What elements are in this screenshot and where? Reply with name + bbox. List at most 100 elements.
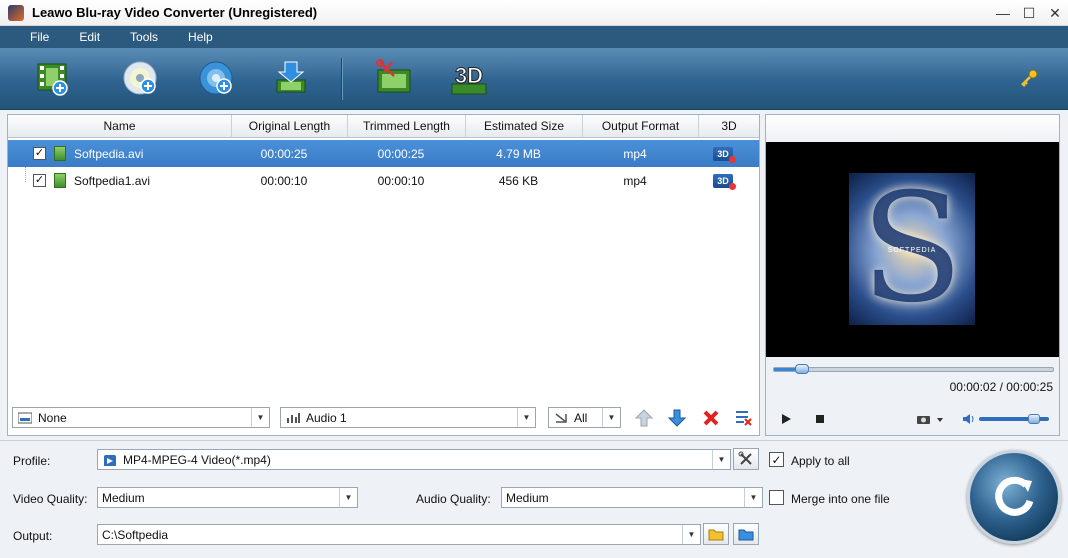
merge-label: Merge into one file [791, 492, 890, 506]
track-bar: None ▼ Audio 1 ▼ All ▼ [7, 405, 760, 433]
column-name[interactable]: Name [8, 115, 232, 138]
output-path-select[interactable]: C:\Softpedia ▼ [97, 524, 701, 545]
table-header: Name Original Length Trimmed Length Esti… [8, 115, 759, 138]
preview-frame-image: S SOFTPEDIA [849, 173, 975, 325]
output-label: Output: [13, 529, 53, 543]
trim-icon [376, 59, 411, 93]
camera-icon [917, 416, 943, 424]
play-icon [782, 414, 791, 424]
stop-button[interactable] [814, 413, 826, 428]
minimize-button[interactable]: — [990, 0, 1016, 26]
seek-handle[interactable] [795, 364, 810, 374]
preview-screen[interactable]: S SOFTPEDIA [766, 142, 1059, 357]
column-original-length[interactable]: Original Length [232, 115, 348, 138]
add-dvd-icon [199, 61, 233, 95]
3d-icon: 3D [451, 63, 487, 95]
add-video-icon [37, 63, 68, 96]
add-bluray-icon [123, 61, 157, 95]
row-checkbox[interactable]: ✓ [33, 174, 46, 187]
subtitle-icon [18, 412, 32, 423]
delete-icon[interactable] [702, 409, 720, 427]
browse-folder-button[interactable] [703, 523, 729, 545]
column-output-format[interactable]: Output Format [583, 115, 699, 138]
menu-tools[interactable]: Tools [130, 30, 158, 44]
chevron-down-icon: ▼ [602, 408, 620, 427]
move-down-icon[interactable] [668, 409, 686, 427]
subtitle-value: None [38, 410, 67, 425]
audio-quality-select[interactable]: Medium ▼ [501, 487, 763, 508]
audio-quality-label: Audio Quality: [416, 492, 491, 506]
file-name: Softpedia1.avi [74, 173, 151, 188]
play-button[interactable] [780, 413, 792, 428]
column-3d[interactable]: 3D [699, 115, 759, 138]
chevron-down-icon: ▼ [744, 488, 762, 507]
subtitle-select[interactable]: None ▼ [12, 407, 270, 428]
key-icon [1021, 69, 1038, 87]
profile-select[interactable]: MP4-MPEG-4 Video(*.mp4) ▼ [97, 449, 731, 470]
mp4-profile-icon [104, 454, 116, 466]
app-icon [8, 4, 24, 21]
menu-bar: File Edit Tools Help [0, 26, 1068, 48]
register-key-button[interactable] [1014, 57, 1044, 99]
video-quality-select[interactable]: Medium ▼ [97, 487, 358, 508]
file-list-panel: Name Original Length Trimmed Length Esti… [7, 114, 760, 436]
title-bar: Leawo Blu-ray Video Converter (Unregiste… [0, 0, 1068, 26]
seek-bar[interactable] [773, 364, 1054, 374]
merge-checkbox[interactable] [769, 490, 784, 505]
folder-icon [708, 529, 724, 541]
add-bluray-button[interactable] [119, 57, 161, 99]
profile-value: MP4-MPEG-4 Video(*.mp4) [123, 452, 271, 467]
maximize-button[interactable]: ☐ [1016, 0, 1042, 26]
download-button[interactable] [270, 57, 312, 99]
audio-select[interactable]: Audio 1 ▼ [280, 407, 536, 428]
menu-edit[interactable]: Edit [79, 30, 100, 44]
table-row[interactable]: ✓ Softpedia1.avi 00:00:10 00:00:10 456 K… [8, 167, 759, 194]
close-button[interactable]: ✕ [1042, 0, 1068, 26]
time-readout: 00:00:02 / 00:00:25 [949, 380, 1053, 394]
snapshot-button[interactable] [916, 413, 946, 428]
volume-slider[interactable] [979, 414, 1049, 424]
add-dvd-button[interactable] [195, 57, 237, 99]
trim-button[interactable] [373, 57, 415, 99]
preview-top-strip [766, 115, 1059, 142]
row-checkbox[interactable]: ✓ [33, 147, 46, 160]
volume-button[interactable] [962, 413, 976, 428]
convert-icon [995, 476, 1034, 516]
3d-toggle-icon[interactable]: 3D [713, 174, 736, 190]
apply-to-all-label: Apply to all [791, 454, 850, 468]
seek-fill [774, 368, 797, 371]
filter-select[interactable]: All ▼ [548, 407, 621, 428]
audio-value: Audio 1 [306, 410, 347, 425]
clear-list-icon[interactable] [735, 409, 753, 427]
3d-toggle-icon[interactable]: 3D [713, 147, 736, 163]
chevron-down-icon: ▼ [712, 450, 730, 469]
menu-file[interactable]: File [30, 30, 49, 44]
volume-handle[interactable] [1028, 414, 1041, 424]
original-length: 00:00:10 [260, 173, 308, 188]
3d-label: 3D [455, 63, 483, 88]
audio-track-icon [287, 412, 300, 423]
add-video-button[interactable] [34, 57, 76, 99]
column-estimated-size[interactable]: Estimated Size [466, 115, 583, 138]
profile-settings-button[interactable] [733, 448, 759, 470]
preview-panel: S SOFTPEDIA 00:00:02 / 00:00:25 [765, 114, 1060, 436]
table-row[interactable]: ✓ Softpedia.avi 00:00:25 00:00:25 4.79 M… [8, 140, 759, 167]
window-title: Leawo Blu-ray Video Converter (Unregiste… [32, 5, 318, 20]
open-output-folder-button[interactable] [733, 523, 759, 545]
speaker-icon [963, 414, 974, 424]
chevron-down-icon: ▼ [517, 408, 535, 427]
menu-help[interactable]: Help [188, 30, 213, 44]
column-trimmed-length[interactable]: Trimmed Length [348, 115, 466, 138]
download-icon [276, 61, 306, 93]
move-up-icon[interactable] [635, 409, 653, 427]
trimmed-length: 00:00:25 [377, 146, 425, 161]
chevron-down-icon: ▼ [682, 525, 700, 544]
video-quality-value: Medium [102, 490, 145, 505]
video-file-icon [54, 146, 66, 161]
window-controls: — ☐ ✕ [990, 0, 1068, 26]
3d-button[interactable]: 3D [448, 57, 490, 99]
output-format: mp4 [623, 173, 647, 188]
apply-to-all-checkbox[interactable]: ✓ [769, 452, 784, 467]
open-folder-icon [738, 529, 754, 541]
convert-button[interactable] [967, 450, 1061, 544]
